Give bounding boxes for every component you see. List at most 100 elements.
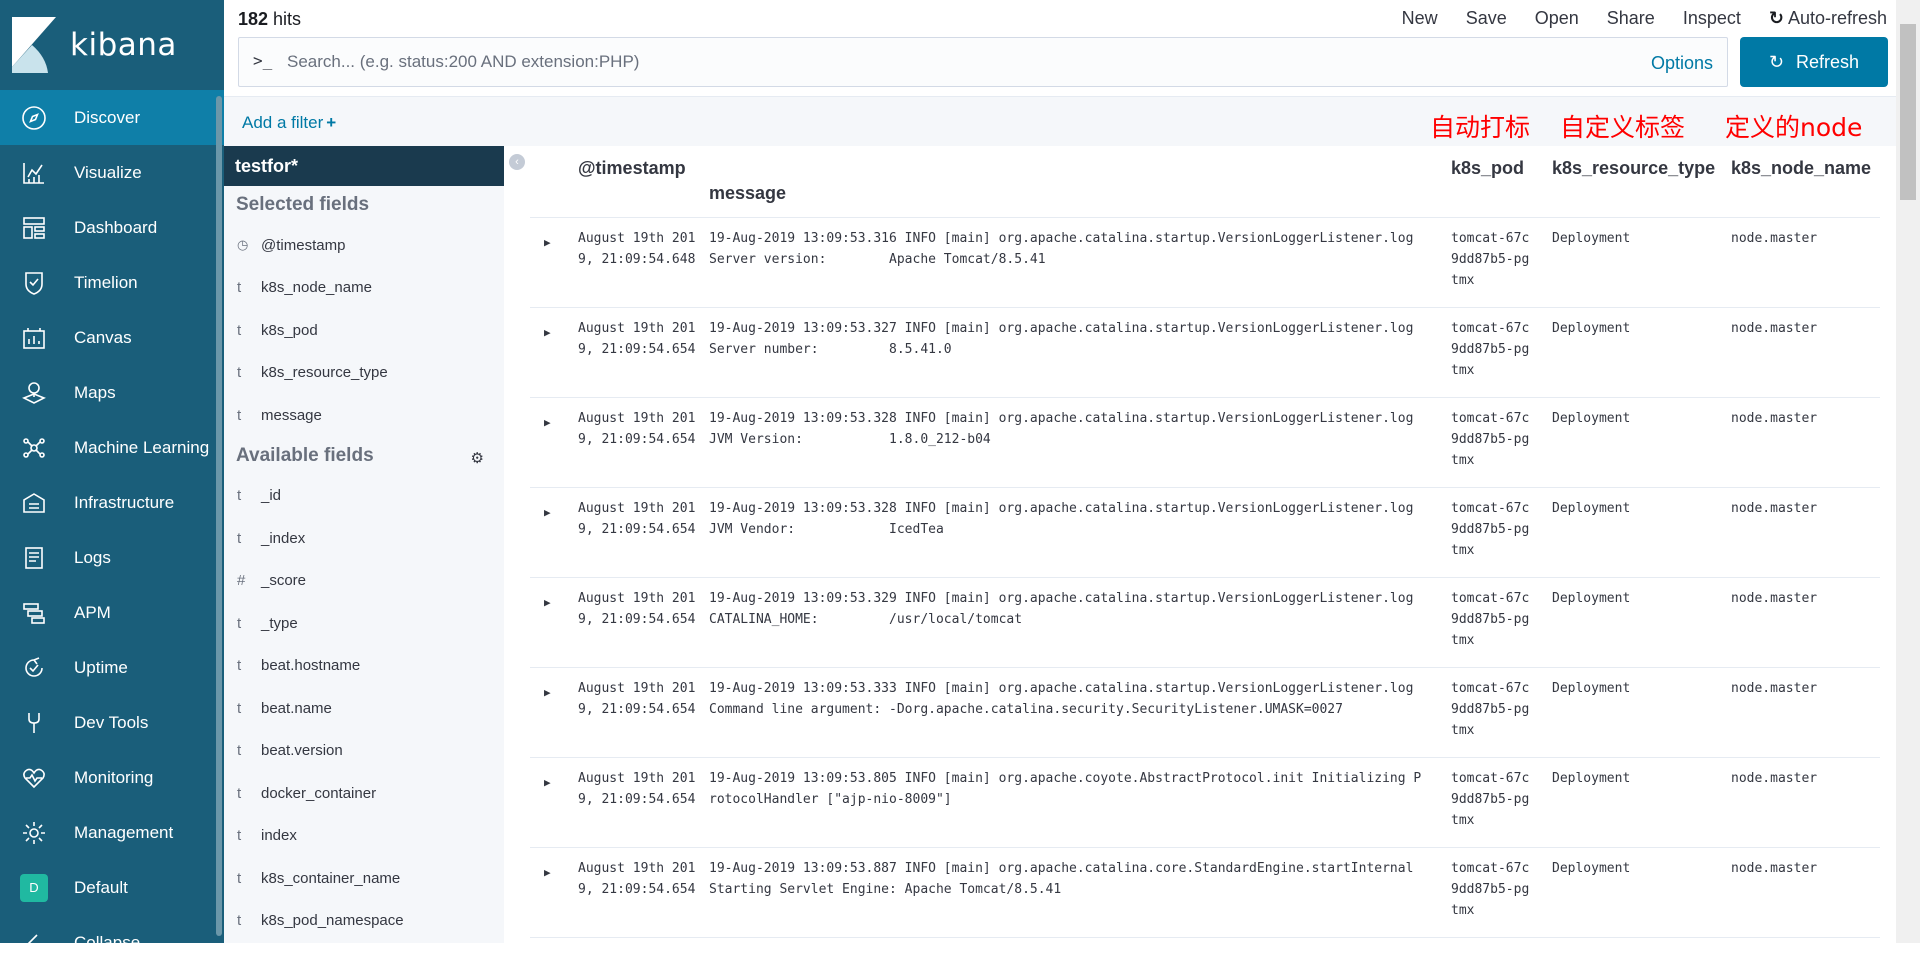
column-header-message[interactable]: message [709, 183, 786, 204]
cell-message: 19-Aug-2019 13:09:53.329 INFO [main] org… [709, 591, 1422, 627]
field-item[interactable]: t beat.version [224, 730, 504, 773]
field-item[interactable]: t _type [224, 602, 504, 645]
refresh-label: Refresh [1796, 51, 1860, 72]
field-type-icon: t [237, 657, 242, 675]
table-row[interactable]: ▶ August 19th 2019, 21:09:54.654 19-Aug-20… [530, 488, 1880, 578]
nav-item-machine-learning[interactable]: Machine Learning [0, 420, 224, 475]
field-item[interactable]: t docker_container [224, 772, 504, 815]
table-row[interactable]: ▶ August 19th 2019, 21:09:54.654 19-Aug-20… [530, 668, 1880, 758]
menu-share[interactable]: Share [1607, 8, 1655, 29]
cell-timestamp: August 19th 2019, 21:09:54.654 [578, 681, 696, 717]
field-item[interactable]: t k8s_container_name [224, 857, 504, 900]
refresh-button[interactable]: ↻ Refresh [1740, 37, 1888, 87]
menu-new[interactable]: New [1402, 8, 1438, 29]
menu-inspect[interactable]: Inspect [1683, 8, 1741, 29]
expand-row-icon[interactable]: ▶ [544, 232, 551, 253]
kibana-logo[interactable]: kibana [0, 0, 224, 90]
menu-save[interactable]: Save [1466, 8, 1507, 29]
field-item[interactable]: t k8s_pod_namespace [224, 900, 504, 943]
nav-item-management[interactable]: Management [0, 805, 224, 860]
heartbeat-icon [20, 764, 48, 792]
field-item[interactable]: t k8s_node_name [224, 267, 504, 310]
column-header-k8s-pod[interactable]: k8s_pod [1451, 158, 1524, 179]
menu-auto-refresh[interactable]: Auto-refresh [1769, 8, 1887, 29]
table-row[interactable]: ▶ August 19th 2019, 21:09:54.654 19-Aug-20… [530, 758, 1880, 848]
nav-item-discover[interactable]: Discover [0, 90, 224, 145]
cell-k8s-resource-type: Deployment [1552, 861, 1631, 876]
table-row[interactable]: ▶ August 19th 2019, 21:09:54.654 19-Aug-20… [530, 578, 1880, 668]
cell-timestamp: August 19th 2019, 21:09:54.648 [578, 231, 696, 267]
search-options-button[interactable]: Options [1651, 53, 1713, 74]
cell-k8s-node-name: node.master [1731, 411, 1818, 426]
field-item[interactable]: t k8s_pod [224, 309, 504, 352]
nav-item-apm[interactable]: APM [0, 585, 224, 640]
column-header-timestamp[interactable]: @timestamp [578, 158, 686, 179]
expand-row-icon[interactable]: ▶ [544, 862, 551, 883]
nav-list: Discover Visualize Dashboard Timelion Ca… [0, 90, 224, 970]
cell-timestamp: August 19th 2019, 21:09:54.654 [578, 321, 696, 357]
cell-k8s-resource-type: Deployment [1552, 681, 1631, 696]
filter-bar: Add a filter + 自动打标 自定义标签 定义的node [224, 96, 1896, 146]
field-item[interactable]: t index [224, 815, 504, 858]
expand-row-icon[interactable]: ▶ [544, 412, 551, 433]
cell-message: 19-Aug-2019 13:09:53.333 INFO [main] org… [709, 681, 1422, 717]
cell-k8s-pod: tomcat-67c9dd87b5-pgtmx [1451, 591, 1530, 648]
hits-count: 182 hits [238, 9, 301, 30]
add-filter-button[interactable]: Add a filter + [242, 113, 336, 133]
column-header-k8s-resource-type[interactable]: k8s_resource_type [1552, 158, 1715, 179]
column-header-k8s-node-name[interactable]: k8s_node_name [1731, 158, 1871, 179]
field-item[interactable]: t _index [224, 517, 504, 560]
field-type-icon: t [237, 912, 242, 930]
nav-item-visualize[interactable]: Visualize [0, 145, 224, 200]
apm-icon [20, 599, 48, 627]
field-type-icon: t [237, 406, 242, 424]
selected-fields-label: Selected fields [236, 194, 370, 215]
side-navigation: kibana Discover Visualize Dashboard Time… [0, 0, 224, 952]
field-item[interactable]: t k8s_resource_type [224, 352, 504, 395]
search-input[interactable] [287, 48, 1587, 76]
nav-item-dashboard[interactable]: Dashboard [0, 200, 224, 255]
cell-k8s-node-name: node.master [1731, 681, 1818, 696]
table-row[interactable]: ▶ August 19th 2019, 21:09:54.648 19-Aug-20… [530, 218, 1880, 308]
nav-item-infrastructure[interactable]: Infrastructure [0, 475, 224, 530]
field-type-icon: t [237, 364, 242, 382]
scrollbar-thumb[interactable] [1900, 24, 1916, 200]
field-type-icon: t [237, 529, 242, 547]
field-item[interactable]: t message [224, 394, 504, 437]
nav-item-monitoring[interactable]: Monitoring [0, 750, 224, 805]
nav-item-space-default[interactable]: D Default [0, 860, 224, 915]
expand-row-icon[interactable]: ▶ [544, 592, 551, 613]
field-type-icon: # [237, 572, 246, 590]
gear-icon [20, 819, 48, 847]
table-row[interactable]: ▶ August 19th 2019, 21:09:54.654 19-Aug-20… [530, 848, 1880, 938]
plus-icon: + [326, 113, 337, 132]
index-pattern-selector[interactable]: testfor* [224, 146, 504, 186]
expand-row-icon[interactable]: ▶ [544, 502, 551, 523]
expand-row-icon[interactable]: ▶ [544, 772, 551, 793]
nav-item-uptime[interactable]: Uptime [0, 640, 224, 695]
page-scrollbar[interactable] [1896, 0, 1920, 943]
nav-item-canvas[interactable]: Canvas [0, 310, 224, 365]
nav-item-dev-tools[interactable]: Dev Tools [0, 695, 224, 750]
table-row[interactable]: ▶ August 19th 2019, 21:09:54.654 19-Aug-20… [530, 398, 1880, 488]
field-item[interactable]: t beat.hostname [224, 645, 504, 688]
field-item[interactable]: t beat.name [224, 687, 504, 730]
sidebar-collapse-icon[interactable]: ‹ [509, 154, 525, 170]
table-row[interactable]: ▶ August 19th 2019, 21:09:54.654 19-Aug-20… [530, 308, 1880, 398]
gear-icon[interactable]: ⚙ [471, 449, 484, 467]
hits-label: hits [268, 9, 302, 29]
cell-timestamp: August 19th 2019, 21:09:54.654 [578, 861, 696, 897]
field-type-icon: t [237, 279, 242, 297]
expand-row-icon[interactable]: ▶ [544, 322, 551, 343]
field-item[interactable]: ◷ @timestamp [224, 224, 504, 267]
nav-item-maps[interactable]: Maps [0, 365, 224, 420]
nav-item-timelion[interactable]: Timelion [0, 255, 224, 310]
nav-scrollbar[interactable] [216, 96, 222, 936]
nav-item-logs[interactable]: Logs [0, 530, 224, 585]
field-item[interactable]: t _id [224, 475, 504, 518]
menu-open[interactable]: Open [1535, 8, 1579, 29]
selected-fields-title: Selected fields [224, 186, 504, 224]
field-item[interactable]: # _score [224, 560, 504, 603]
brand-name: kibana [70, 27, 177, 63]
expand-row-icon[interactable]: ▶ [544, 682, 551, 703]
